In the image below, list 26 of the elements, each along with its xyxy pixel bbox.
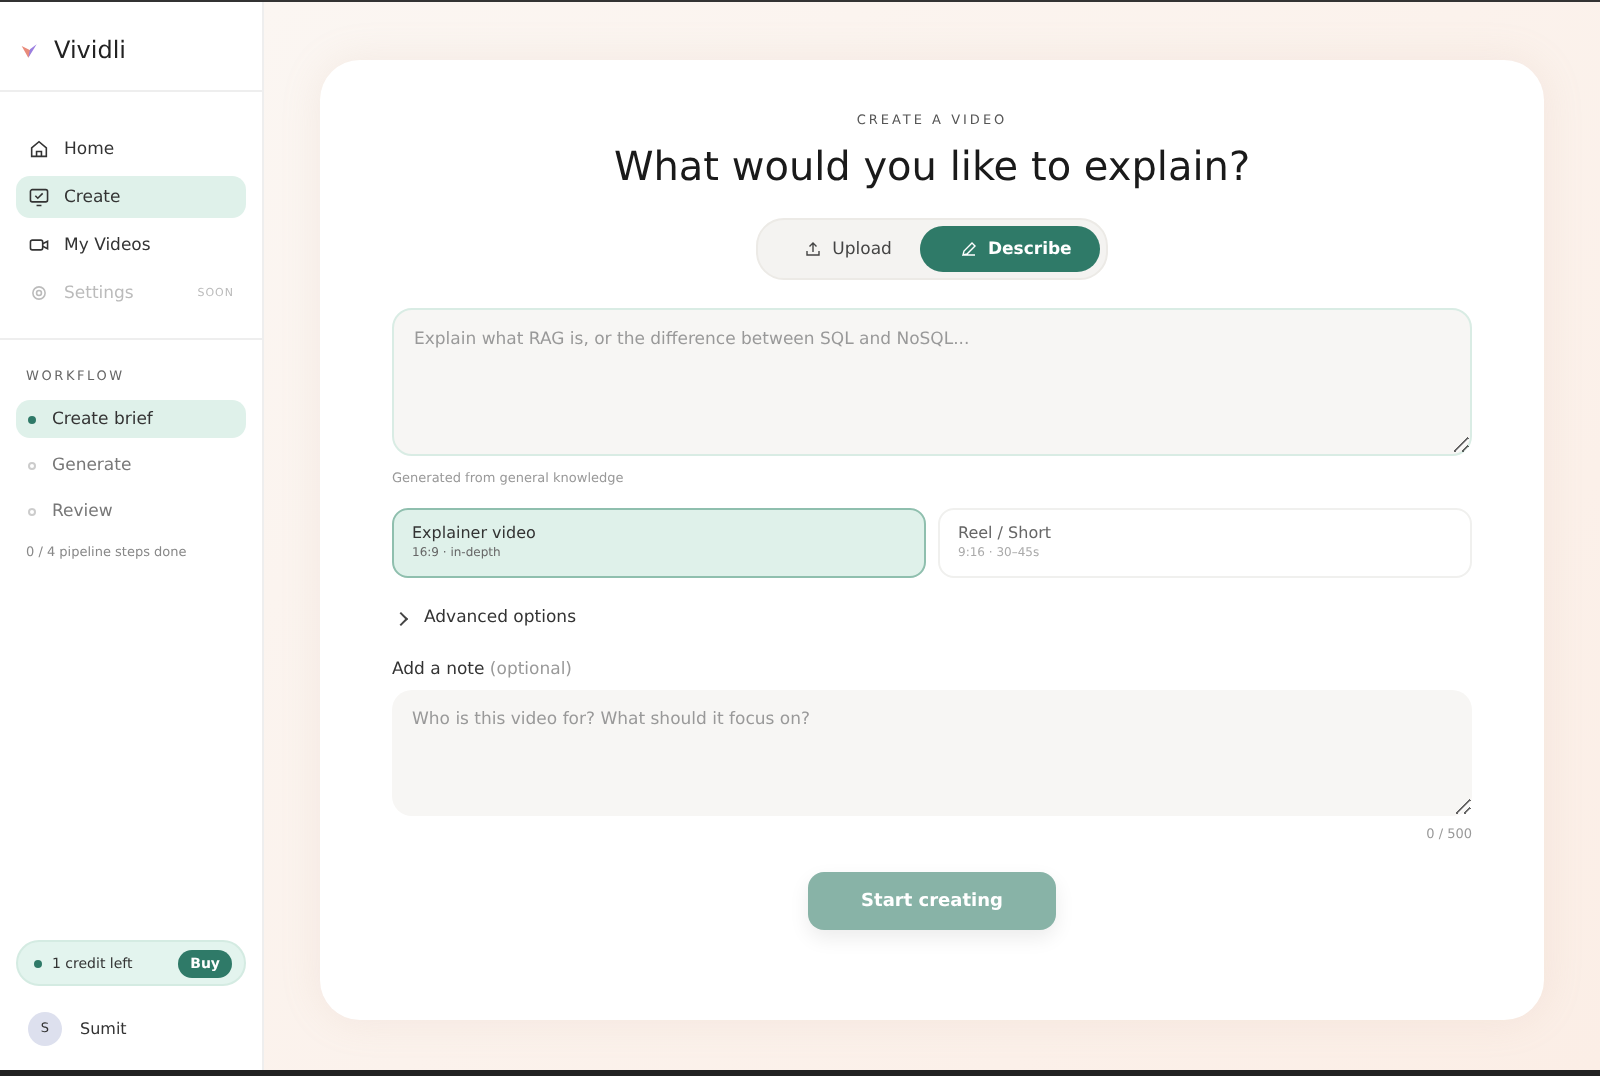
brand-name: Vividli — [54, 36, 126, 64]
status-dot-icon — [34, 959, 42, 967]
settings-icon — [28, 282, 50, 304]
step-dot-icon — [28, 461, 36, 469]
note-label: Add a note (optional) — [392, 660, 573, 680]
video-camera-icon — [28, 234, 50, 256]
step-dot-icon — [28, 507, 36, 515]
workflow-step[interactable]: Generate — [16, 446, 246, 484]
pencil-icon — [959, 240, 978, 258]
page-title: What would you like to explain? — [613, 142, 1251, 190]
prompt-field[interactable]: Explain what RAG is, or the difference between SQL and NoSQL... — [392, 308, 1472, 456]
workflow-step[interactable]: Create brief — [16, 400, 246, 438]
mode-tab[interactable]: Upload — [764, 226, 920, 272]
nav-item[interactable]: My Videos — [16, 224, 246, 266]
note-field[interactable]: Who is this video for? What should it focus on? — [392, 690, 1472, 816]
nav-item[interactable]: Create — [16, 176, 246, 218]
step-dot-icon — [28, 415, 36, 423]
upload-icon — [804, 240, 823, 258]
workflow-step[interactable]: Review — [16, 492, 246, 530]
monitor-icon — [28, 186, 50, 208]
user-name: Sumit — [80, 1019, 127, 1037]
mode-tab[interactable]: Describe — [919, 226, 1100, 272]
advanced-options-toggle[interactable]: Advanced options — [392, 608, 576, 628]
home-icon — [28, 138, 50, 160]
logo-icon — [20, 41, 40, 59]
nav-item[interactable]: Home — [16, 128, 246, 170]
